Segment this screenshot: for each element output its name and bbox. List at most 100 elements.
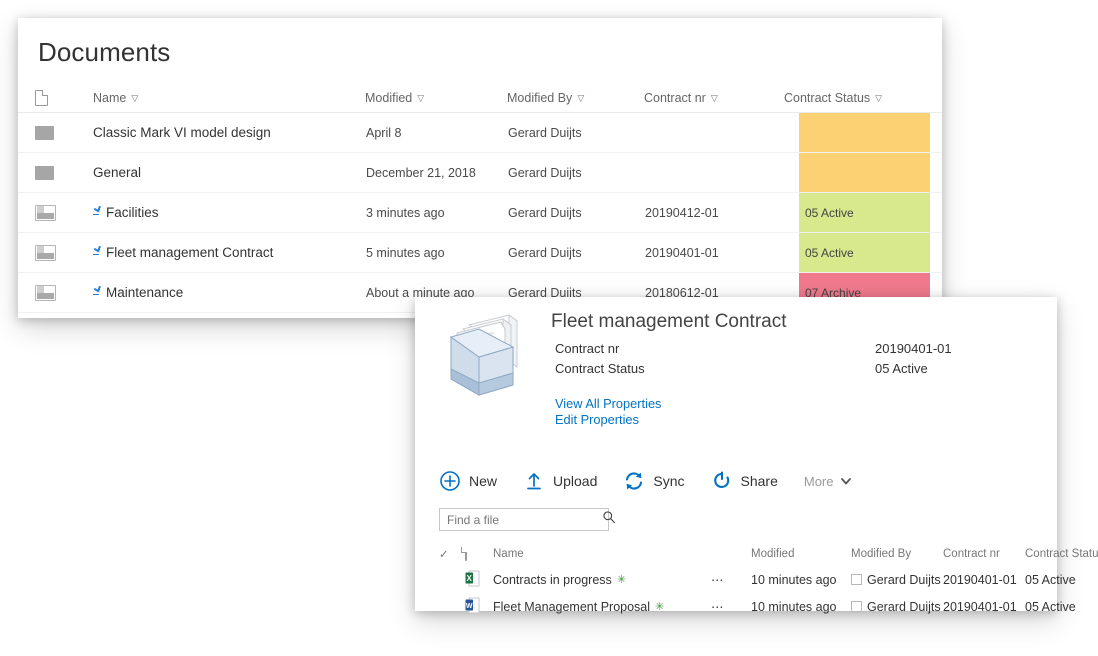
edit-properties-link[interactable]: Edit Properties bbox=[555, 412, 1057, 428]
new-button-label: New bbox=[469, 473, 498, 489]
file-contract-status: 05 Active bbox=[1025, 572, 1076, 587]
document-set-title: Fleet management Contract bbox=[551, 311, 787, 332]
document-set-illustration bbox=[449, 314, 519, 396]
file-modified-by: Gerard Duijts bbox=[867, 572, 941, 587]
command-bar: New Upload Sync Share More bbox=[415, 466, 1057, 496]
row-modified-by: Gerard Duijts bbox=[508, 165, 582, 180]
excel-file-icon: X bbox=[465, 570, 493, 590]
file-name-cell[interactable]: Fleet Management Proposal ✳ bbox=[493, 600, 711, 614]
row-name[interactable]: General bbox=[93, 165, 365, 180]
new-file-badge-icon: ✳ bbox=[616, 574, 627, 586]
search-icon[interactable] bbox=[602, 510, 616, 529]
screenshot-stage: Documents Name ▽ Modified ▽ Modified By … bbox=[0, 0, 1098, 656]
search-input[interactable] bbox=[447, 512, 602, 527]
status-badge: 05 Active bbox=[799, 233, 930, 272]
column-header-type-icon[interactable] bbox=[465, 547, 493, 561]
upload-arrow-icon bbox=[523, 470, 545, 492]
new-item-sparkle-icon bbox=[93, 245, 105, 260]
table-row[interactable]: Fleet management Contract 5 minutes ago … bbox=[18, 233, 942, 273]
file-modified-by-cell: Gerard Duijts bbox=[851, 573, 943, 587]
table-row[interactable]: Facilities 3 minutes ago Gerard Duijts 2… bbox=[18, 193, 942, 233]
file-contract-status: 05 Active bbox=[1025, 599, 1076, 614]
property-key: Contract Status bbox=[555, 361, 645, 376]
plus-circle-icon bbox=[439, 470, 461, 492]
sync-button[interactable]: Sync bbox=[623, 470, 685, 492]
page-title: Documents bbox=[38, 37, 171, 67]
ellipsis-icon[interactable]: ⋯ bbox=[711, 599, 751, 614]
file-contract-nr: 20190401-01 bbox=[943, 599, 1017, 614]
upload-button[interactable]: Upload bbox=[523, 470, 597, 492]
row-modified-by: Gerard Duijts bbox=[508, 205, 582, 220]
file-name: Fleet Management Proposal bbox=[493, 599, 651, 614]
document-library-panel: Documents Name ▽ Modified ▽ Modified By … bbox=[18, 18, 942, 318]
row-contract-nr: 20190401-01 bbox=[645, 245, 719, 260]
property-key: Contract nr bbox=[555, 341, 620, 356]
presence-checkbox-icon bbox=[851, 573, 862, 585]
chevron-down-icon bbox=[840, 475, 852, 487]
status-badge bbox=[799, 113, 930, 152]
property-value: 20190401-01 bbox=[875, 341, 952, 356]
column-header-contract-status[interactable]: Contract Status bbox=[1025, 548, 1098, 560]
chevron-down-icon: ▽ bbox=[710, 92, 718, 103]
row-modified-by: Gerard Duijts bbox=[508, 245, 582, 260]
column-header-modified-by[interactable]: Modified By bbox=[851, 548, 943, 560]
find-a-file-box[interactable] bbox=[439, 508, 615, 531]
row-name: Maintenance bbox=[106, 285, 184, 300]
share-button-label: Share bbox=[740, 473, 778, 489]
table-row[interactable]: General December 21, 2018 Gerard Duijts bbox=[18, 153, 942, 193]
column-header-modified[interactable]: Modified ▽ bbox=[365, 91, 507, 105]
new-button[interactable]: New bbox=[439, 470, 497, 492]
property-row: Contract Status 05 Active bbox=[551, 359, 1057, 379]
list-item[interactable]: W Fleet Management Proposal ✳ ⋯ 10 minut… bbox=[415, 593, 1076, 620]
file-list-column-headers: ✓ Name Modified Modified By Contract nr … bbox=[415, 542, 1098, 566]
chevron-down-icon: ▽ bbox=[417, 92, 425, 103]
row-modified: December 21, 2018 bbox=[366, 165, 476, 180]
svg-text:X: X bbox=[467, 574, 473, 583]
row-name[interactable]: Classic Mark VI model design bbox=[93, 125, 365, 140]
folder-icon bbox=[35, 125, 59, 140]
column-header-name[interactable]: Name bbox=[493, 548, 711, 560]
row-name-cell[interactable]: Facilities bbox=[93, 205, 365, 220]
chevron-down-icon: ▽ bbox=[577, 92, 585, 103]
file-name: Contracts in progress bbox=[493, 572, 612, 587]
presence-checkbox-icon bbox=[851, 600, 862, 612]
sync-button-label: Sync bbox=[653, 473, 685, 489]
view-all-properties-link[interactable]: View All Properties bbox=[555, 396, 1057, 412]
document-icon bbox=[35, 89, 49, 106]
file-contract-nr: 20190401-01 bbox=[943, 572, 1017, 587]
file-modified-by-cell: Gerard Duijts bbox=[851, 600, 943, 614]
new-file-badge-icon: ✳ bbox=[655, 601, 665, 613]
ellipsis-icon[interactable]: ⋯ bbox=[711, 572, 751, 587]
document-set-detail-panel: Fleet management Contract Contract nr 20… bbox=[415, 297, 1098, 614]
property-value: 05 Active bbox=[875, 361, 928, 376]
column-header-contract-nr[interactable]: Contract nr bbox=[943, 548, 1025, 560]
sync-icon bbox=[623, 470, 645, 492]
column-header-modified-by[interactable]: Modified By ▽ bbox=[507, 91, 644, 105]
property-row: Contract nr 20190401-01 bbox=[551, 339, 1057, 359]
document-icon bbox=[465, 547, 467, 561]
document-set-header: Fleet management Contract Contract nr 20… bbox=[415, 297, 1057, 428]
share-icon bbox=[711, 470, 733, 492]
document-set-metadata: Fleet management Contract Contract nr 20… bbox=[551, 305, 1057, 428]
row-modified: April 8 bbox=[366, 125, 402, 140]
column-header-name[interactable]: Name ▽ bbox=[93, 91, 365, 105]
upload-button-label: Upload bbox=[553, 473, 598, 489]
file-modified: 10 minutes ago bbox=[751, 572, 837, 587]
svg-text:W: W bbox=[466, 603, 473, 610]
column-header-modified[interactable]: Modified bbox=[751, 548, 851, 560]
row-contract-nr: 20190412-01 bbox=[645, 205, 719, 220]
file-modified: 10 minutes ago bbox=[751, 599, 837, 614]
list-item[interactable]: X Contracts in progress ✳ ⋯ 10 minutes a… bbox=[415, 566, 1076, 593]
folder-icon bbox=[35, 165, 59, 180]
row-name-cell[interactable]: Fleet management Contract bbox=[93, 245, 365, 260]
share-button[interactable]: Share bbox=[711, 470, 778, 492]
row-name-cell[interactable]: Maintenance bbox=[93, 285, 365, 300]
row-name: Fleet management Contract bbox=[106, 245, 274, 260]
document-set-icon bbox=[35, 284, 59, 301]
column-header-contract-nr[interactable]: Contract nr ▽ bbox=[644, 91, 784, 105]
more-button[interactable]: More bbox=[804, 474, 852, 489]
column-header-type-icon[interactable] bbox=[35, 89, 93, 106]
file-name-cell[interactable]: Contracts in progress ✳ bbox=[493, 573, 711, 587]
table-row[interactable]: Classic Mark VI model design April 8 Ger… bbox=[18, 113, 942, 153]
column-header-contract-status[interactable]: Contract Status ▽ bbox=[784, 91, 915, 105]
